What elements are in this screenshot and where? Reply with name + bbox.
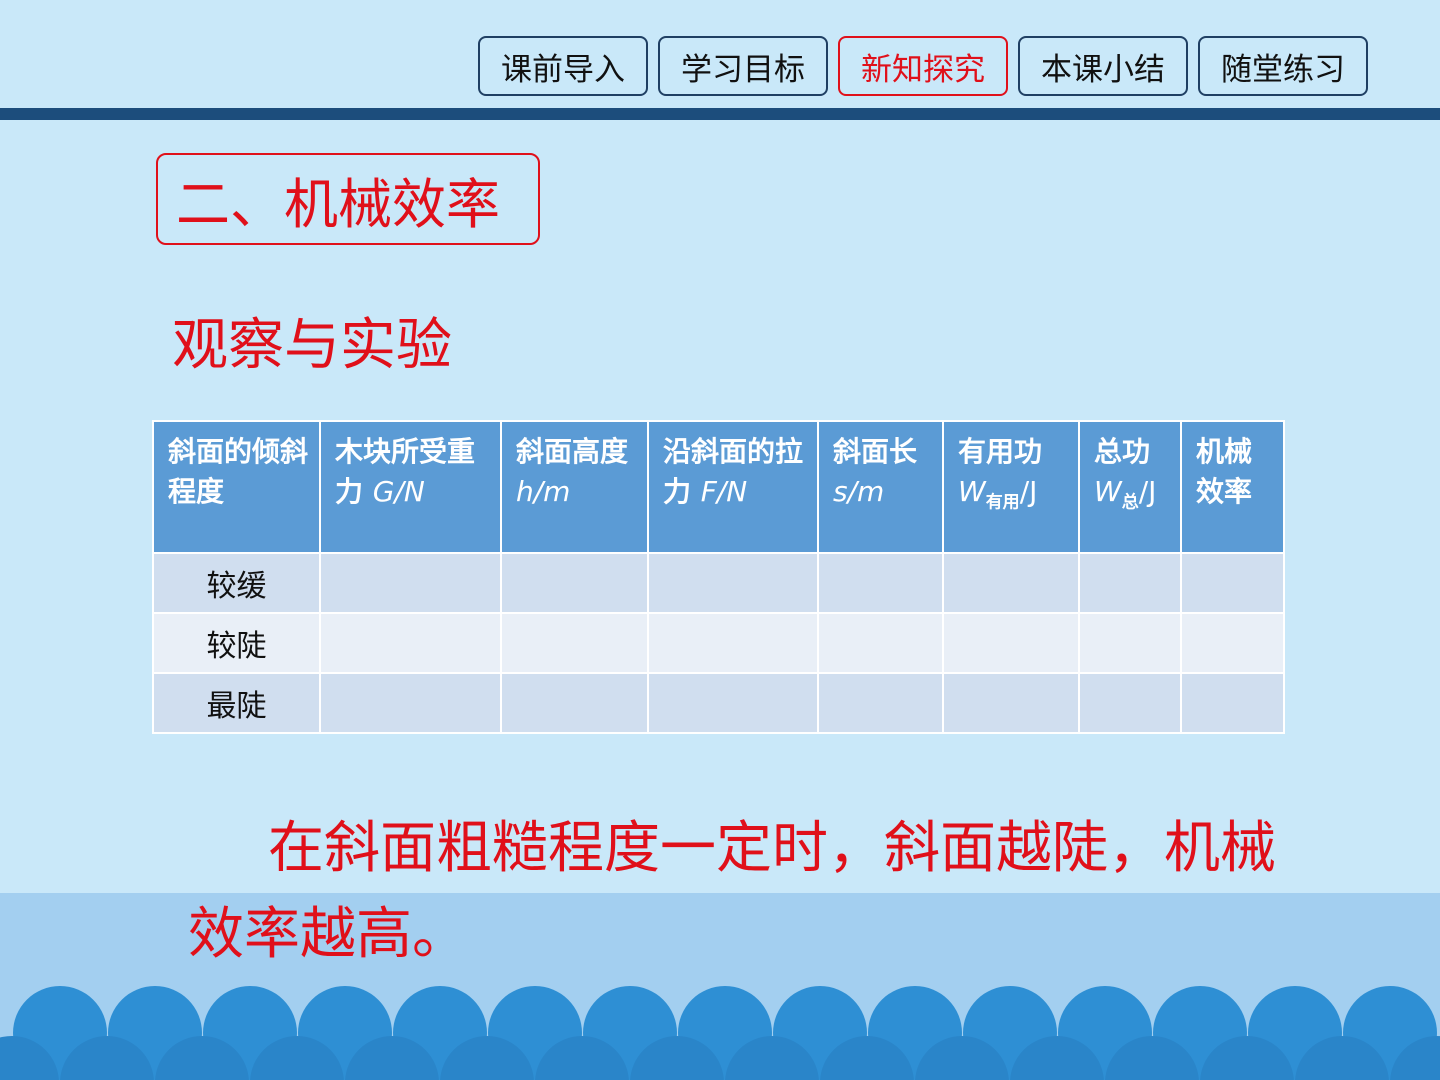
- table-cell: [319, 672, 502, 734]
- table-cell: [1078, 612, 1182, 674]
- nav-button-summary[interactable]: 本课小结: [1018, 36, 1188, 96]
- nav-button-explore[interactable]: 新知探究: [838, 36, 1008, 96]
- header-height: 斜面高度 h/m: [500, 420, 649, 554]
- header-height-unit: h/m: [516, 475, 571, 508]
- table-cell: [817, 552, 944, 614]
- header-incline: 斜面的倾斜程度: [152, 420, 321, 554]
- table-cell: [942, 672, 1080, 734]
- section-title: 二、机械效率: [156, 153, 540, 245]
- row-label: 最陡: [152, 672, 321, 734]
- row-label: 较缓: [152, 552, 321, 614]
- experiment-table: 斜面的倾斜程度 木块所受重力 G/N 斜面高度 h/m 沿斜面的拉力 F/N 斜…: [152, 420, 1285, 734]
- table-cell: [647, 612, 819, 674]
- table-row: 最陡: [152, 672, 1285, 734]
- table-cell: [319, 612, 502, 674]
- conclusion-text: 在斜面粗糙程度一定时，斜面越陡，机械效率越高。: [188, 816, 1276, 967]
- header-total-work: 总功 W总/J: [1078, 420, 1182, 554]
- top-nav: 课前导入 学习目标 新知探究 本课小结 随堂练习: [478, 36, 1368, 96]
- subtitle: 观察与实验: [172, 313, 452, 378]
- table-cell: [942, 552, 1080, 614]
- nav-button-goals[interactable]: 学习目标: [658, 36, 828, 96]
- header-pull-force-unit: F/N: [700, 475, 748, 508]
- header-weight-unit: G/N: [372, 475, 425, 508]
- nav-button-practice[interactable]: 随堂练习: [1198, 36, 1368, 96]
- table-row: 较陡: [152, 612, 1285, 674]
- header-efficiency: 机械效率: [1180, 420, 1285, 554]
- table-cell: [1180, 612, 1285, 674]
- table-cell: [942, 612, 1080, 674]
- row-label: 较陡: [152, 612, 321, 674]
- nav-button-intro[interactable]: 课前导入: [478, 36, 648, 96]
- header-divider: [0, 108, 1440, 120]
- table-cell: [319, 552, 502, 614]
- table-row: 较缓: [152, 552, 1285, 614]
- table-cell: [1180, 672, 1285, 734]
- table-cell: [500, 672, 649, 734]
- table-cell: [817, 612, 944, 674]
- table-cell: [817, 672, 944, 734]
- table-cell: [647, 672, 819, 734]
- table-cell: [1078, 552, 1182, 614]
- header-pull-force: 沿斜面的拉力 F/N: [647, 420, 819, 554]
- table-cell: [1078, 672, 1182, 734]
- header-useful-work: 有用功 W有用/J: [942, 420, 1080, 554]
- table-cell: [647, 552, 819, 614]
- table-cell: [500, 552, 649, 614]
- header-length: 斜面长 s/m: [817, 420, 944, 554]
- header-weight: 木块所受重力 G/N: [319, 420, 502, 554]
- table-cell: [500, 612, 649, 674]
- table-header-row: 斜面的倾斜程度 木块所受重力 G/N 斜面高度 h/m 沿斜面的拉力 F/N 斜…: [152, 420, 1285, 554]
- header-length-unit: s/m: [833, 475, 885, 508]
- table-cell: [1180, 552, 1285, 614]
